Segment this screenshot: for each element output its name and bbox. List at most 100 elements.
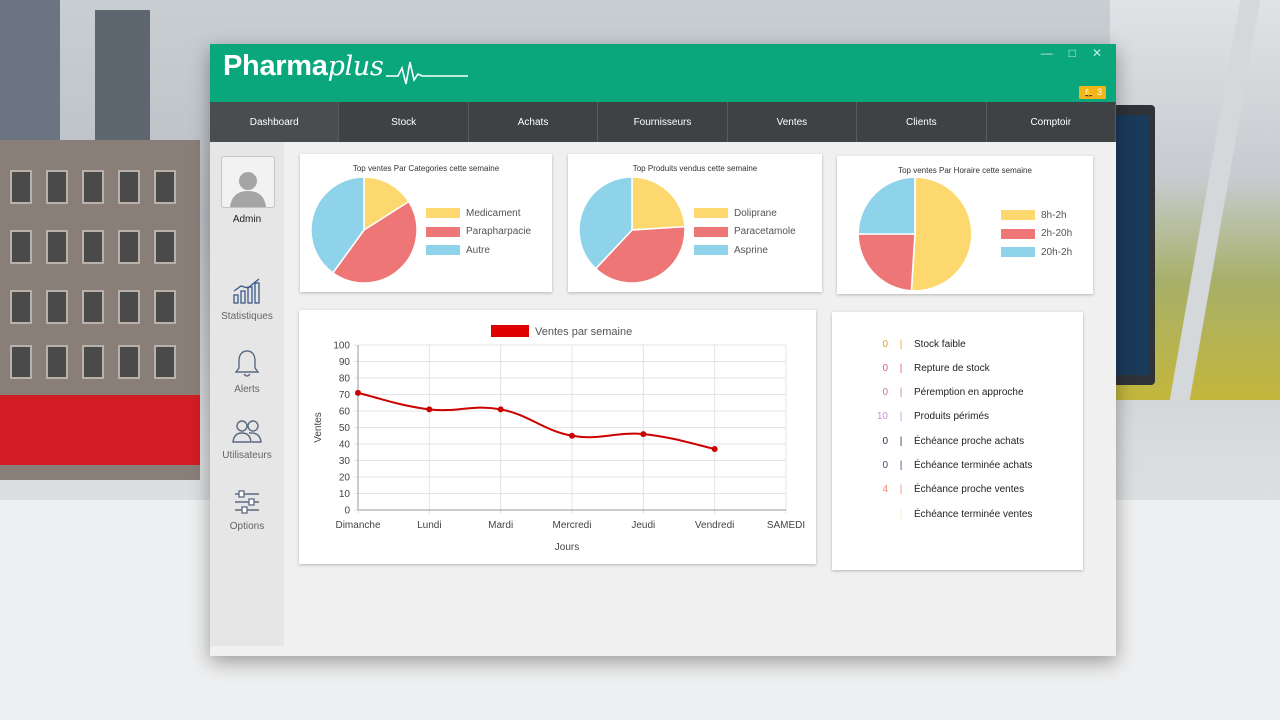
notification-badge[interactable]: 🔔 3 <box>1079 86 1106 99</box>
legend-label: 2h-20h <box>1041 228 1073 240</box>
alert-item[interactable]: 0 | Péremption en approche <box>832 381 1083 405</box>
y-axis-title: Ventes <box>313 412 324 443</box>
alert-item[interactable]: 0 | Stock faible <box>832 332 1083 356</box>
legend-entry: Paracetamole <box>694 223 796 242</box>
background-awning <box>0 395 200 465</box>
alert-item[interactable]: 0 | Repture de stock <box>832 356 1083 380</box>
alert-separator: | <box>899 362 903 374</box>
nav-tab-stock[interactable]: Stock <box>339 102 469 142</box>
x-axis-title: Jours <box>555 542 579 553</box>
legend-swatch <box>1001 210 1035 221</box>
alert-count: 0 <box>882 387 888 399</box>
alert-label: Produits périmés <box>914 411 990 423</box>
alert-label: Échéance proche ventes <box>914 484 1025 496</box>
data-point <box>569 432 575 439</box>
y-tick-label: 40 <box>339 440 351 451</box>
legend-entry: Medicament <box>426 204 531 223</box>
alert-separator: | <box>899 460 903 471</box>
alert-label: Échéance terminée achats <box>914 460 1033 471</box>
legend-swatch <box>426 208 460 219</box>
x-tick-label: SAMEDI <box>767 520 805 531</box>
legend-swatch <box>694 245 728 256</box>
data-point <box>426 406 433 413</box>
nav-tab-dashboard[interactable]: Dashboard <box>210 102 340 142</box>
sidebar-item-utilisateurs[interactable]: Utilisateurs <box>210 418 284 461</box>
legend-label: 20h-2h <box>1041 246 1073 258</box>
alert-separator: | <box>899 484 903 496</box>
legend-entry: 8h-2h <box>1001 206 1072 225</box>
line-chart-card: 0 10 20 30 40 50 60 70 80 90 100 Dimanche Lundi Mardi… <box>299 310 816 564</box>
alert-separator: | <box>899 387 903 399</box>
alert-count: 0 <box>882 435 888 447</box>
alert-count: 0 <box>882 338 888 350</box>
alert-item[interactable]: 10 | Produits périmés <box>832 405 1083 429</box>
pie-card-produits: Top Produits vendus cette semaine Dolipr… <box>568 154 822 292</box>
pie-card-horaire: Top ventes Par Horaire cette semaine 8h-… <box>837 156 1093 294</box>
close-icon[interactable]: ✕ <box>1092 46 1102 60</box>
legend-label: Asprine <box>734 244 768 256</box>
background-tower <box>0 0 60 140</box>
x-tick-label: Lundi <box>417 520 441 531</box>
sliders-icon <box>235 490 259 514</box>
alert-item[interactable]: | Échéance terminée ventes <box>832 502 1083 526</box>
y-tick-label: 70 <box>339 390 351 401</box>
alert-separator: | <box>899 435 903 447</box>
nav-tab-ventes[interactable]: Ventes <box>728 102 858 142</box>
app-window: Pharmaplus — □ ✕ 🔔 3 Dashboard Stock Achat… <box>210 44 1116 656</box>
alert-label: Péremption en approche <box>914 387 1024 399</box>
avatar[interactable] <box>221 156 275 208</box>
alert-count: 0 <box>882 362 888 374</box>
alert-item[interactable]: 0 | Échéance terminée achats <box>832 454 1083 478</box>
pie-legend: Doliprane Paracetamole Asprine <box>694 204 796 260</box>
nav-tab-clients[interactable]: Clients <box>857 102 987 142</box>
y-tick-label: 90 <box>339 357 351 368</box>
alert-item[interactable]: 4 | Échéance proche ventes <box>832 478 1083 502</box>
legend-entry: Parapharpacie <box>426 223 531 242</box>
sidebar-item-alerts[interactable]: Alerts <box>210 348 284 395</box>
alert-separator: | <box>899 508 903 520</box>
nav-tab-achats[interactable]: Achats <box>469 102 599 142</box>
background-tower <box>95 10 150 140</box>
legend-swatch <box>1001 228 1035 239</box>
sidebar-item-statistiques[interactable]: Statistiques <box>210 277 284 322</box>
pie-slice <box>910 176 973 292</box>
x-tick-label: Mardi <box>488 520 513 531</box>
nav-tab-comptoir[interactable]: Comptoir <box>987 102 1116 142</box>
y-tick-label: 100 <box>333 341 350 352</box>
title-bar: Pharmaplus — □ ✕ 🔔 3 <box>210 44 1116 102</box>
legend-swatch <box>694 208 728 219</box>
y-tick-label: 50 <box>339 423 351 434</box>
pie-slice <box>857 233 916 292</box>
heartbeat-icon <box>386 61 468 85</box>
user-name: Admin <box>232 214 262 225</box>
minimize-icon[interactable]: — <box>1041 46 1053 60</box>
data-point <box>497 406 504 413</box>
y-tick-label: 30 <box>339 456 351 467</box>
alert-count: 10 <box>876 411 888 423</box>
legend-label: Parapharpacie <box>466 226 532 238</box>
legend-swatch <box>426 226 460 237</box>
app-logo: Pharmaplus <box>223 50 384 82</box>
background-laptop-screen <box>1112 115 1150 375</box>
pie-title: Top ventes Par Categories cette semaine <box>352 164 500 173</box>
alert-item[interactable]: 0 | Échéance proche achats <box>832 429 1083 453</box>
main-navigation: Dashboard Stock Achats Fournisseurs Ventes Cl… <box>210 102 1116 142</box>
pie-legend: 8h-2h 2h-20h 20h-2h <box>1001 206 1072 262</box>
dashboard-content: Top ventes Par Categories cette semaine … <box>284 142 1116 646</box>
pie-title: Top ventes Par Horaire cette semaine <box>898 166 1032 175</box>
alert-label: Échéance proche achats <box>914 435 1025 447</box>
sidebar-item-options[interactable]: Options <box>210 489 284 532</box>
x-tick-label: Vendredi <box>695 520 734 531</box>
pie-chart <box>857 176 973 292</box>
alert-separator: | <box>899 411 903 423</box>
legend-entry: Asprine <box>694 241 796 260</box>
alert-separator: | <box>899 338 903 350</box>
nav-tab-fournisseurs[interactable]: Fournisseurs <box>598 102 728 142</box>
users-icon <box>232 420 262 443</box>
legend-label: 8h-2h <box>1041 209 1067 221</box>
y-tick-label: 0 <box>344 506 350 517</box>
data-point <box>640 431 647 438</box>
line-chart: 0 10 20 30 40 50 60 70 80 90 100 Dimanche Lundi Mardi… <box>313 325 805 553</box>
legend-label: Autre <box>466 244 490 256</box>
maximize-icon[interactable]: □ <box>1069 46 1076 60</box>
